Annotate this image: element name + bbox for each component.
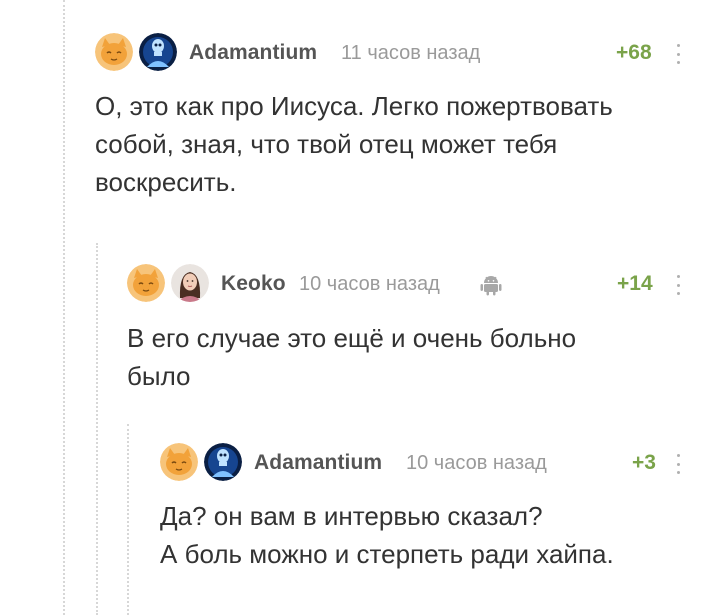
comment-text: О, это как про Иисуса. Легко пожертвоват… [95, 87, 695, 201]
comment-author[interactable]: Adamantium [254, 451, 382, 475]
more-options-icon[interactable] [673, 272, 683, 298]
comment-header: Adamantium 11 часов назад +68 [95, 33, 695, 77]
comment-1: Adamantium 11 часов назад +68 О, это как… [95, 33, 695, 201]
thread-line-level-0[interactable] [63, 0, 65, 615]
glowing-skeleton-avatar[interactable] [204, 443, 242, 481]
comment-rating: +14 [617, 272, 653, 295]
comment-text: Да? он вам в интервью сказал? А боль мож… [160, 497, 690, 573]
thread-line-level-2[interactable] [127, 424, 129, 615]
cat-badge-icon [95, 33, 133, 71]
comment-header: Keoko 10 часов назад +14 [127, 264, 687, 308]
comment-author[interactable]: Adamantium [189, 41, 317, 65]
cat-badge-icon [127, 264, 165, 302]
comments-page: Adamantium 11 часов назад +68 О, это как… [0, 0, 720, 615]
comment-text-content: О, это как про Иисуса. Легко пожертвоват… [95, 91, 613, 197]
more-options-icon[interactable] [673, 41, 683, 67]
comment-timestamp[interactable]: 10 часов назад [299, 273, 440, 296]
comment-text: В его случае это ещё и очень больно было [127, 319, 687, 395]
android-icon [480, 276, 502, 296]
comment-header: Adamantium 10 часов назад +3 [160, 443, 690, 487]
woman-photo-avatar[interactable] [171, 264, 209, 302]
comment-text-content: Да? он вам в интервью сказал? А боль мож… [160, 501, 614, 569]
comment-timestamp[interactable]: 10 часов назад [406, 452, 547, 475]
comment-rating: +3 [632, 451, 656, 474]
cat-badge-icon [160, 443, 198, 481]
comment-2: Keoko 10 часов назад +14 В его случае эт… [127, 264, 687, 395]
more-options-icon[interactable] [673, 451, 683, 477]
comment-3: Adamantium 10 часов назад +3 Да? он вам … [160, 443, 690, 573]
comment-rating: +68 [616, 41, 652, 64]
comment-text-content: В его случае это ещё и очень больно было [127, 323, 577, 391]
thread-line-level-1[interactable] [96, 243, 98, 615]
glowing-skeleton-avatar[interactable] [139, 33, 177, 71]
comment-author[interactable]: Keoko [221, 272, 286, 296]
comment-timestamp[interactable]: 11 часов назад [341, 42, 480, 65]
